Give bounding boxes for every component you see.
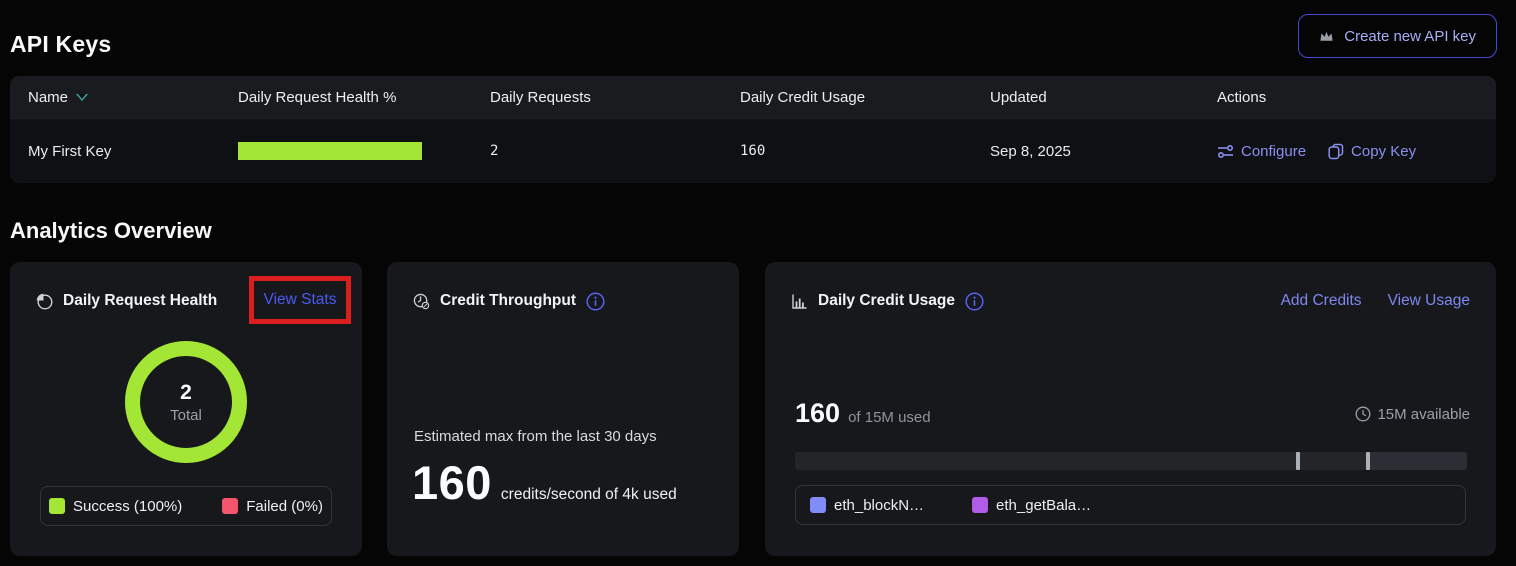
daily-credit-usage-card: Daily Credit Usage Add Credits View Usag…	[765, 262, 1496, 556]
throughput-unit: credits/second of 4k used	[501, 486, 677, 504]
credit-throughput-card: Credit Throughput Estimated max from the…	[387, 262, 739, 556]
failed-swatch	[222, 498, 238, 514]
credits-used-value: 160	[795, 398, 840, 429]
credits-used-label: of 15M used	[848, 409, 931, 426]
updated-value: Sep 8, 2025	[990, 143, 1217, 160]
usage-bar-marker-1	[1296, 452, 1300, 470]
clock-icon	[1355, 406, 1371, 422]
health-legend: Success (100%) Failed (0%)	[40, 486, 332, 526]
sort-descending-icon[interactable]	[76, 94, 88, 101]
usage-bar-marker-2	[1366, 452, 1370, 470]
card-title: Credit Throughput	[440, 292, 576, 310]
donut-total-value: 2	[180, 381, 192, 405]
health-bar-cell	[238, 142, 490, 160]
health-bar	[238, 142, 422, 160]
key-name: My First Key	[28, 143, 238, 160]
donut-total-label: Total	[170, 407, 202, 424]
legend-item-eth-blocknumber: eth_blockN…	[810, 497, 924, 514]
info-icon[interactable]	[965, 292, 984, 311]
copy-icon	[1328, 143, 1344, 160]
dashboard-page: API Keys Create new API key Name Daily R…	[0, 0, 1516, 566]
success-swatch	[49, 498, 65, 514]
eth-blocknumber-swatch	[810, 497, 826, 513]
page-title: API Keys	[10, 31, 111, 58]
view-usage-link[interactable]: View Usage	[1388, 292, 1470, 310]
usage-legend: eth_blockN… eth_getBala…	[795, 485, 1466, 525]
card-title: Daily Request Health	[63, 292, 217, 310]
table-header-row: Name Daily Request Health % Daily Reques…	[10, 76, 1496, 118]
column-header-daily-requests: Daily Requests	[490, 89, 740, 106]
create-api-key-button[interactable]: Create new API key	[1298, 14, 1497, 58]
table-row: My First Key 2 160 Sep 8, 2025 Configur	[10, 118, 1496, 183]
legend-item-eth-getbalance: eth_getBala…	[972, 497, 1091, 514]
legend-item-failed: Failed (0%)	[222, 498, 323, 515]
column-header-actions: Actions	[1217, 89, 1496, 106]
annotation-box: View Stats	[249, 276, 351, 324]
column-header-health: Daily Request Health %	[238, 89, 490, 106]
api-keys-table: Name Daily Request Health % Daily Reques…	[10, 76, 1496, 183]
add-credits-link[interactable]: Add Credits	[1281, 292, 1362, 310]
card-header: Credit Throughput	[413, 286, 713, 316]
actions-cell: Configure Copy Key	[1217, 143, 1496, 160]
card-title: Daily Credit Usage	[818, 292, 955, 310]
usage-summary-row: 160 of 15M used 15M available	[795, 398, 1470, 429]
sliders-icon	[1217, 143, 1234, 160]
copy-key-link[interactable]: Copy Key	[1328, 143, 1416, 160]
health-bar-fill	[238, 142, 422, 160]
throughput-value: 160	[412, 455, 492, 510]
info-icon[interactable]	[586, 292, 605, 311]
configure-link[interactable]: Configure	[1217, 143, 1306, 160]
daily-credit-usage-value: 160	[740, 143, 990, 159]
view-stats-link[interactable]: View Stats	[264, 291, 337, 309]
throughput-subtitle: Estimated max from the last 30 days	[414, 428, 657, 445]
daily-request-health-card: Daily Request Health View Stats 2 Total …	[10, 262, 362, 556]
bar-chart-icon	[791, 293, 808, 310]
credit-usage-bar	[795, 452, 1467, 470]
column-header-name[interactable]: Name	[28, 89, 238, 106]
legend-item-success: Success (100%)	[49, 498, 182, 515]
card-links: Add Credits View Usage	[1281, 292, 1470, 310]
column-header-daily-credit-usage: Daily Credit Usage	[740, 89, 990, 106]
eth-getbalance-swatch	[972, 497, 988, 513]
column-header-updated: Updated	[990, 89, 1217, 106]
throughput-value-row: 160 credits/second of 4k used	[412, 455, 677, 510]
daily-requests-value: 2	[490, 143, 740, 159]
card-header: Daily Credit Usage Add Credits View Usag…	[791, 286, 1470, 316]
pie-chart-icon	[36, 293, 53, 310]
credits-available: 15M available	[1355, 406, 1470, 423]
crown-icon	[1319, 29, 1334, 44]
usage-bar-right-segment	[1366, 452, 1467, 470]
gauge-icon	[413, 293, 430, 310]
create-api-key-label: Create new API key	[1344, 28, 1476, 45]
request-health-donut: 2 Total	[125, 341, 247, 463]
analytics-overview-title: Analytics Overview	[10, 218, 212, 244]
credits-available-label: 15M available	[1377, 406, 1470, 423]
